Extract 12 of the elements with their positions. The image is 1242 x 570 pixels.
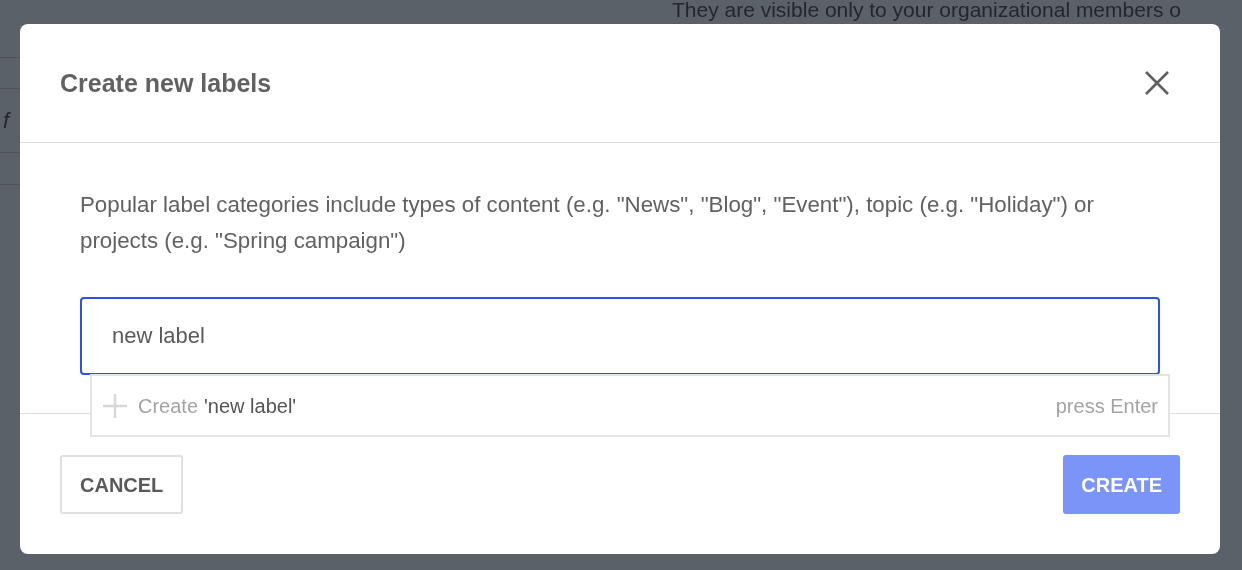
press-enter-hint: press Enter: [1055, 393, 1158, 419]
cancel-button[interactable]: CANCEL: [60, 455, 184, 514]
plus-icon: [102, 392, 128, 419]
suggestion-action-text: Create: [138, 393, 199, 419]
background-notice-text: They are visible only to your organizational members o: [672, 0, 1181, 23]
close-icon: [1144, 70, 1170, 96]
background-field-text: f: [3, 107, 10, 135]
dialog-title: Create new labels: [60, 68, 272, 98]
create-suggestion-item[interactable]: Create 'new label' press Enter: [90, 374, 1170, 437]
label-input-field[interactable]: new label: [80, 297, 1160, 375]
suggestion-value-text: 'new label': [204, 393, 297, 419]
description-text: Popular label categories include types of content (e.g. "News", "Blog", "Event"), topic (e.g. "Holiday") or projects (e.g. "Spring campaign"): [80, 191, 1095, 255]
